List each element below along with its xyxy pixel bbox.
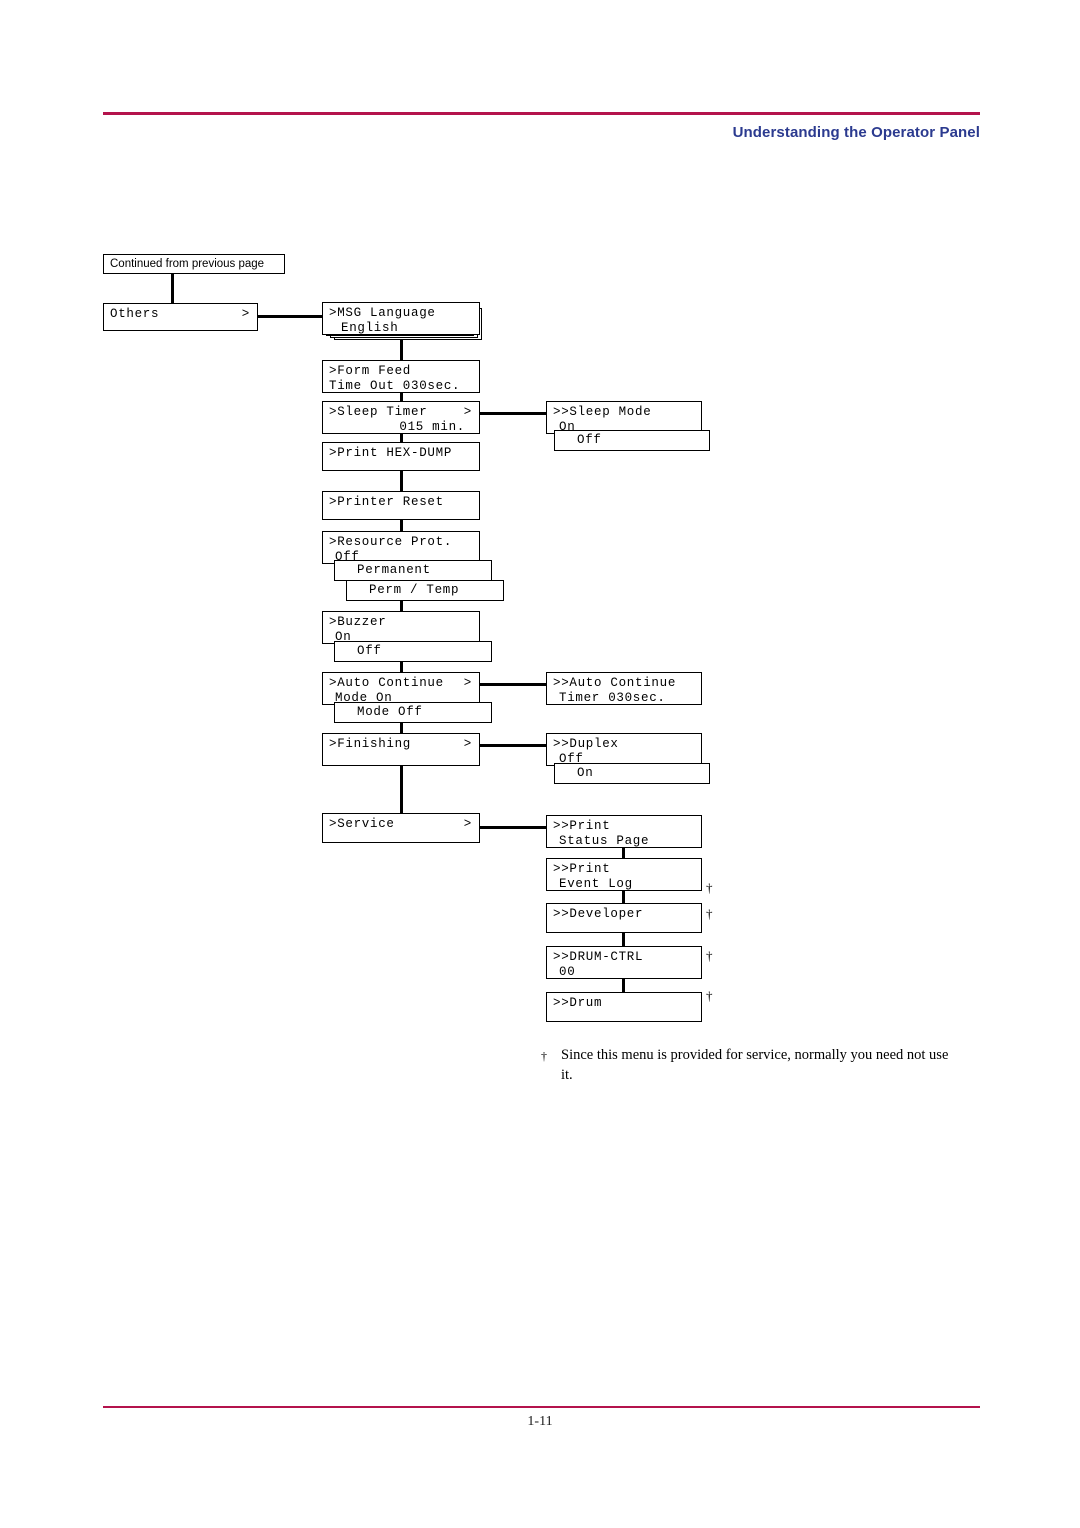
connector-sleep-timer-to-sleep-mode: [478, 412, 548, 415]
node-form-feed[interactable]: >Form Feed Time Out 030sec.: [322, 360, 480, 393]
node-auto-continue-timer-line1: >>Auto Continue: [553, 676, 677, 690]
node-sleep-timer-line2: 015 min.: [399, 420, 465, 434]
node-printer-reset[interactable]: >Printer Reset: [322, 491, 480, 520]
footer-rule: [103, 1406, 980, 1408]
node-finishing-arrow: >: [463, 737, 472, 751]
node-print-status-page-line2: Status Page: [559, 834, 650, 848]
node-duplex[interactable]: >>Duplex Off: [546, 733, 702, 766]
node-msg-language[interactable]: >MSG Language English: [322, 302, 480, 335]
node-drum-ctrl-line2: 00: [559, 965, 576, 979]
node-sleep-mode-off-label: Off: [577, 433, 602, 447]
connector-finishing-to-duplex: [478, 744, 548, 747]
connector-continued-to-others: [171, 274, 174, 306]
node-auto-continue-mode-off[interactable]: Mode Off: [334, 702, 492, 723]
node-sleep-timer[interactable]: >Sleep Timer > 015 min.: [322, 401, 480, 434]
node-form-feed-line2: Time Out 030sec.: [329, 379, 461, 393]
node-resource-permanent-label: Permanent: [357, 563, 431, 577]
node-finishing[interactable]: >Finishing >: [322, 733, 480, 766]
node-developer[interactable]: >>Developer: [546, 903, 702, 933]
node-duplex-on-label: On: [577, 766, 594, 780]
node-auto-continue-line1: >Auto Continue: [329, 676, 444, 690]
node-service-line1: >Service: [329, 817, 395, 831]
page-header-title: Understanding the Operator Panel: [732, 124, 980, 141]
node-duplex-on[interactable]: On: [554, 763, 710, 784]
node-developer-line1: >>Developer: [553, 907, 644, 921]
node-msg-language-line1: >MSG Language: [329, 306, 436, 320]
node-print-event-log-line2: Event Log: [559, 877, 633, 891]
node-print-hex-dump[interactable]: >Print HEX-DUMP: [322, 442, 480, 471]
node-buzzer-line1: >Buzzer: [329, 615, 387, 629]
node-print-status-page-line1: >>Print: [553, 819, 611, 833]
node-form-feed-line1: >Form Feed: [329, 364, 412, 378]
node-sleep-timer-arrow: >: [463, 405, 472, 419]
continued-from-previous-page-label: Continued from previous page: [103, 254, 285, 274]
footnote-dagger-icon: †: [541, 1049, 547, 1063]
node-print-event-log-line1: >>Print: [553, 862, 611, 876]
node-sleep-mode-off[interactable]: Off: [554, 430, 710, 451]
node-others-line1: Others: [110, 307, 160, 321]
node-resource-permanent[interactable]: Permanent: [334, 560, 492, 581]
node-service-arrow: >: [463, 817, 472, 831]
document-page: Understanding the Operator Panel Continu…: [0, 0, 1080, 1528]
footnote-text: Since this menu is provided for service,…: [561, 1047, 949, 1083]
node-auto-continue-mode-off-label: Mode Off: [357, 705, 423, 719]
node-buzzer-off[interactable]: Off: [334, 641, 492, 662]
node-printer-reset-line1: >Printer Reset: [329, 495, 444, 509]
dagger-mark-print-event-log: †: [706, 880, 713, 895]
connector-others-to-msg-language: [258, 315, 324, 318]
node-msg-language-line2: English: [341, 321, 399, 335]
connector-service-to-print-status: [478, 826, 548, 829]
connector-auto-continue-to-timer: [478, 683, 548, 686]
node-finishing-line1: >Finishing: [329, 737, 412, 751]
node-auto-continue[interactable]: >Auto Continue > Mode On: [322, 672, 480, 705]
node-sleep-timer-line1: >Sleep Timer: [329, 405, 428, 419]
service-footnote: † Since this menu is provided for servic…: [541, 1045, 961, 1085]
node-buzzer[interactable]: >Buzzer On: [322, 611, 480, 644]
node-drum-line1: >>Drum: [553, 996, 603, 1010]
node-others[interactable]: Others >: [103, 303, 258, 331]
node-auto-continue-arrow: >: [463, 676, 472, 690]
page-number: 1-11: [527, 1414, 553, 1429]
node-print-status-page[interactable]: >>Print Status Page: [546, 815, 702, 848]
node-drum-ctrl[interactable]: >>DRUM-CTRL 00: [546, 946, 702, 979]
node-resource-prot-line1: >Resource Prot.: [329, 535, 453, 549]
node-print-hex-dump-line1: >Print HEX-DUMP: [329, 446, 453, 460]
node-duplex-line1: >>Duplex: [553, 737, 619, 751]
dagger-mark-drum: †: [706, 988, 713, 1003]
node-sleep-mode-line1: >>Sleep Mode: [553, 405, 652, 419]
dagger-mark-developer: †: [706, 906, 713, 921]
node-print-event-log[interactable]: >>Print Event Log: [546, 858, 702, 891]
node-auto-continue-timer-line2: Timer 030sec.: [559, 691, 666, 705]
node-resource-perm-temp[interactable]: Perm / Temp: [346, 580, 504, 601]
node-auto-continue-timer[interactable]: >>Auto Continue Timer 030sec.: [546, 672, 702, 705]
dagger-mark-drum-ctrl: †: [706, 948, 713, 963]
node-drum-ctrl-line1: >>DRUM-CTRL: [553, 950, 644, 964]
node-resource-perm-temp-label: Perm / Temp: [369, 583, 460, 597]
node-buzzer-off-label: Off: [357, 644, 382, 658]
node-others-arrow: >: [241, 307, 250, 321]
node-service[interactable]: >Service >: [322, 813, 480, 843]
header-rule: [103, 112, 980, 115]
node-drum[interactable]: >>Drum: [546, 992, 702, 1022]
